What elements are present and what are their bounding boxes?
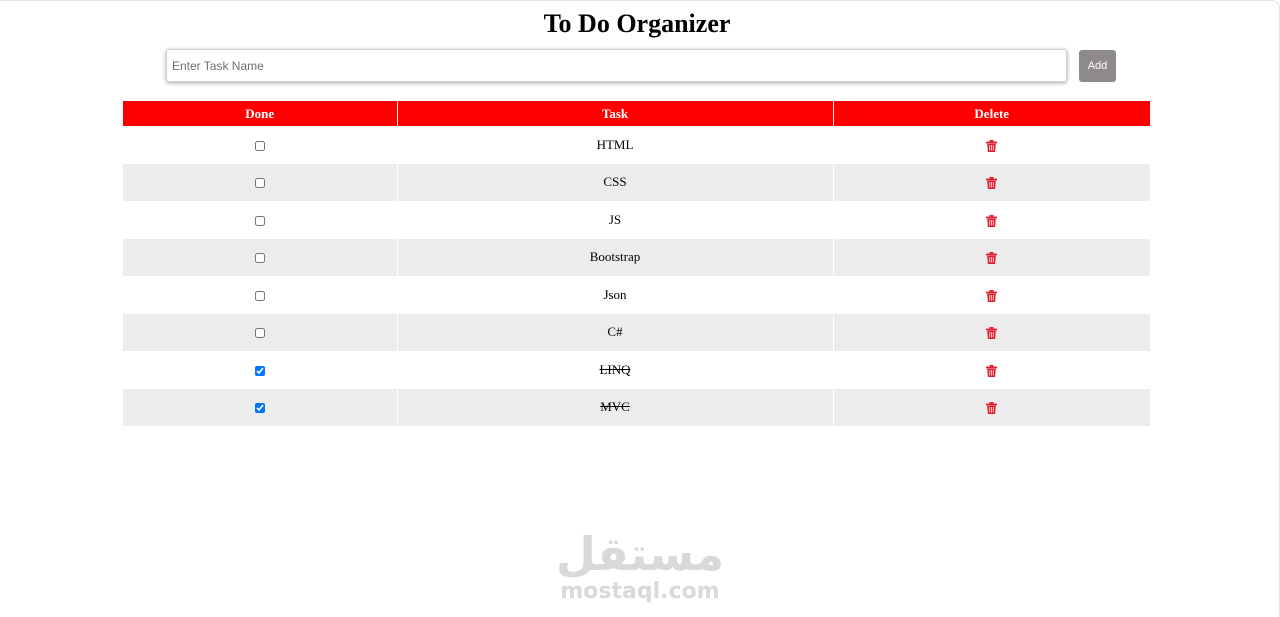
watermark-arabic: مستقل xyxy=(555,527,725,581)
tasks-table-body: HTML CSS JS Bootstrap Json C# LINQ MVC xyxy=(123,126,1150,426)
delete-cell xyxy=(832,201,1150,239)
trash-icon[interactable] xyxy=(986,252,998,265)
watermark-latin: mostaql.com xyxy=(560,579,720,604)
trash-icon[interactable] xyxy=(986,402,998,415)
trash-icon[interactable] xyxy=(986,139,998,152)
delete-cell xyxy=(832,313,1150,351)
task-cell: Bootstrap xyxy=(396,238,833,276)
table-row: CSS xyxy=(123,163,1150,201)
table-row: Bootstrap xyxy=(123,238,1150,276)
tasks-table: Done Task Delete HTML CSS JS Bootstrap Json C… xyxy=(123,101,1150,426)
done-checkbox[interactable] xyxy=(254,215,265,226)
delete-cell xyxy=(832,163,1150,201)
delete-cell xyxy=(832,238,1150,276)
delete-cell xyxy=(832,351,1150,389)
page-title: To Do Organizer xyxy=(543,9,731,38)
done-checkbox[interactable] xyxy=(254,178,265,189)
done-cell xyxy=(123,388,397,426)
trash-icon[interactable] xyxy=(986,177,998,190)
add-task-button[interactable]: Add xyxy=(1079,50,1116,82)
table-row: MVC xyxy=(123,388,1150,426)
task-cell: LINQ xyxy=(396,351,833,389)
done-checkbox[interactable] xyxy=(254,253,265,264)
done-cell xyxy=(123,351,397,389)
trash-icon[interactable] xyxy=(986,289,998,302)
delete-cell xyxy=(832,126,1150,164)
app-window: To Do Organizer Add Done Task Delete HTM… xyxy=(0,0,1280,617)
table-row: HTML xyxy=(123,126,1150,164)
done-cell xyxy=(123,126,397,164)
table-row: JS xyxy=(123,201,1150,239)
task-cell: CSS xyxy=(396,163,833,201)
done-cell xyxy=(123,238,397,276)
task-name: Json xyxy=(603,286,627,302)
task-name: LINQ xyxy=(599,361,631,377)
table-row: Json xyxy=(123,276,1150,314)
watermark-logo: مستقل mostaql.com xyxy=(540,529,740,605)
done-checkbox[interactable] xyxy=(254,403,265,414)
done-checkbox[interactable] xyxy=(254,328,265,339)
task-cell: MVC xyxy=(396,388,833,426)
column-header-done: Done xyxy=(123,101,397,126)
task-name: CSS xyxy=(603,174,627,190)
task-name: Bootstrap xyxy=(589,249,641,265)
task-name-input[interactable] xyxy=(166,49,1067,82)
table-row: C# xyxy=(123,313,1150,351)
done-checkbox[interactable] xyxy=(254,365,265,376)
done-cell xyxy=(123,276,397,314)
task-cell: Json xyxy=(396,276,833,314)
task-cell: HTML xyxy=(396,126,833,164)
done-cell xyxy=(123,313,397,351)
task-name: HTML xyxy=(596,136,634,152)
task-name: JS xyxy=(608,211,622,227)
delete-cell xyxy=(832,276,1150,314)
task-cell: C# xyxy=(396,313,833,351)
done-cell xyxy=(123,163,397,201)
done-checkbox[interactable] xyxy=(254,140,265,151)
done-checkbox[interactable] xyxy=(254,290,265,301)
trash-icon[interactable] xyxy=(986,214,998,227)
delete-cell xyxy=(832,388,1150,426)
task-name: MVC xyxy=(600,399,630,415)
table-header-row: Done Task Delete xyxy=(123,101,1150,126)
task-name: C# xyxy=(607,324,623,340)
column-header-task: Task xyxy=(396,101,833,126)
task-cell: JS xyxy=(396,201,833,239)
done-cell xyxy=(123,201,397,239)
table-row: LINQ xyxy=(123,351,1150,389)
column-header-delete: Delete xyxy=(832,101,1150,126)
trash-icon[interactable] xyxy=(986,364,998,377)
trash-icon[interactable] xyxy=(986,327,998,340)
